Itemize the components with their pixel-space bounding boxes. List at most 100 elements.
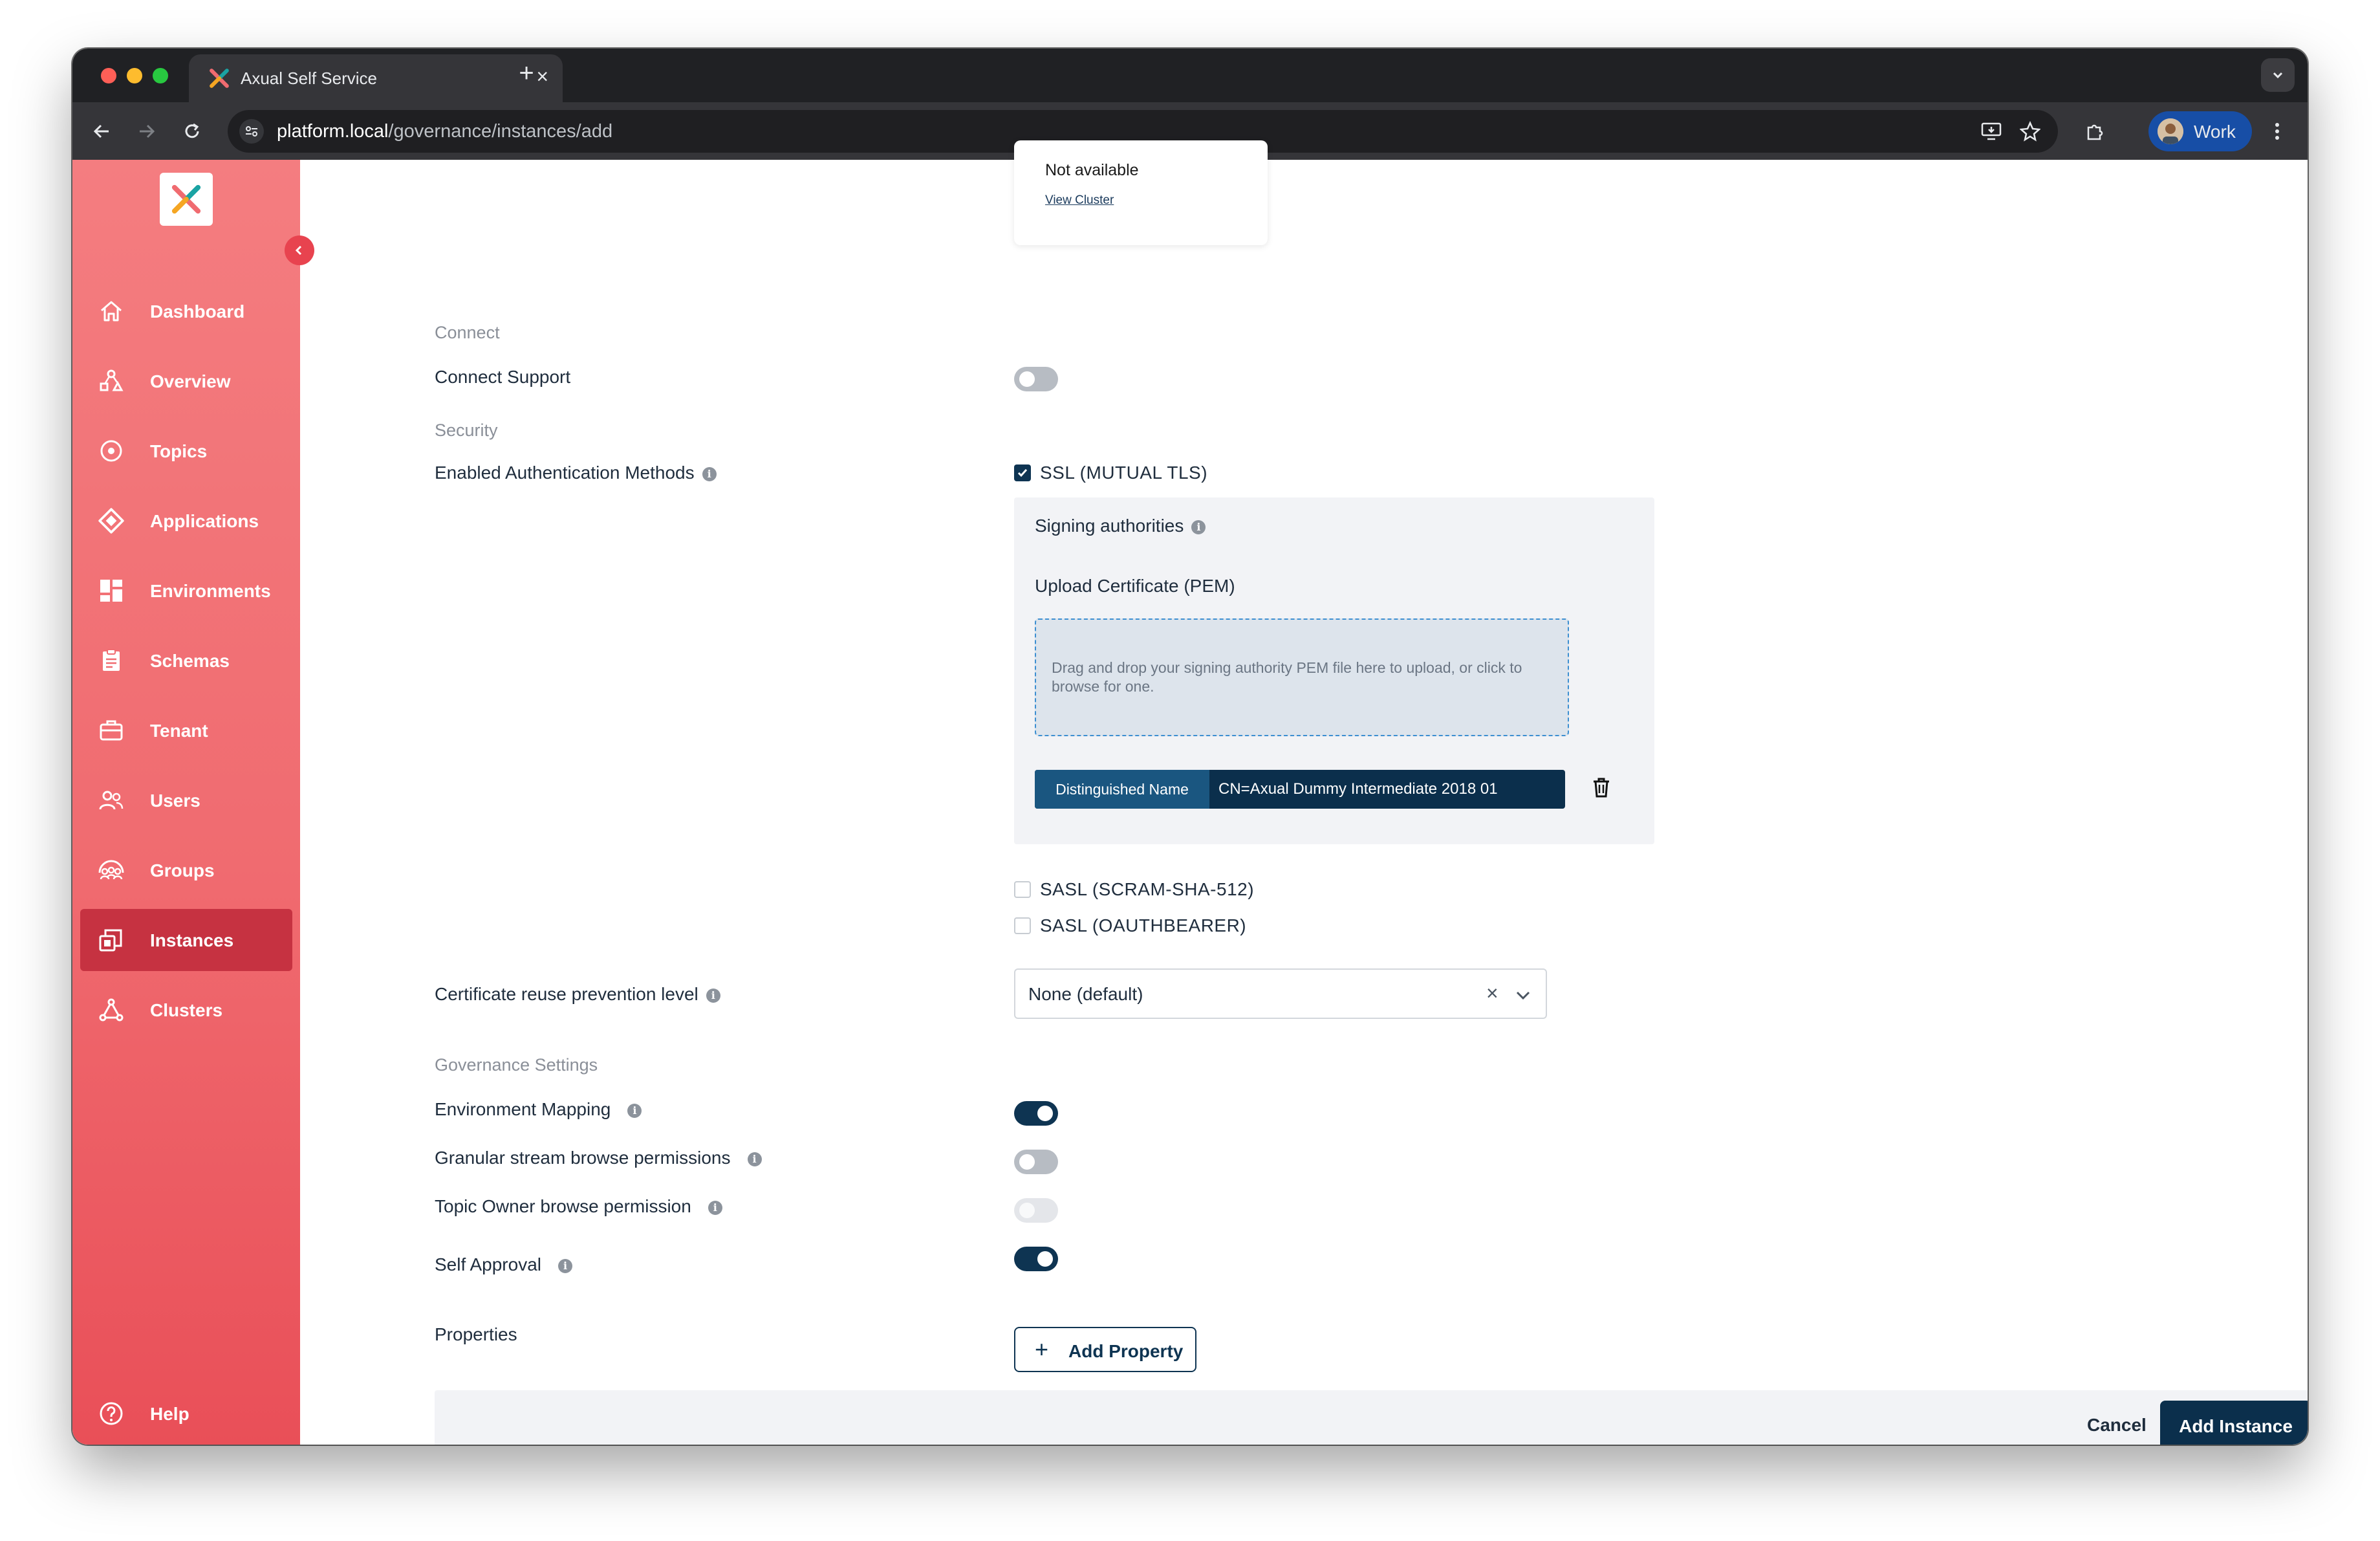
help-icon xyxy=(97,1399,125,1428)
axual-favicon-icon xyxy=(210,69,229,88)
sidebar-item-clusters[interactable]: Clusters xyxy=(80,979,292,1041)
topics-icon xyxy=(97,437,125,465)
collapse-sidebar-button[interactable] xyxy=(285,235,314,265)
upload-certificate-label: Upload Certificate (PEM) xyxy=(1035,576,1235,596)
granular-browse-label: Granular stream browse permissions i xyxy=(435,1148,762,1168)
main-content: Not available View Cluster Connect Conne… xyxy=(300,140,2308,1445)
info-icon[interactable]: i xyxy=(702,466,717,481)
certificate-chip: Distinguished Name CN=Axual Dummy Interm… xyxy=(1035,770,1565,809)
sidebar-item-topics[interactable]: Topics xyxy=(80,420,292,482)
env-mapping-toggle[interactable] xyxy=(1014,1101,1058,1126)
self-approval-toggle[interactable] xyxy=(1014,1247,1058,1271)
sidebar-item-users[interactable]: Users xyxy=(80,769,292,831)
sidebar-item-label: Users xyxy=(150,791,200,811)
signing-authorities-label: Signing authorities i xyxy=(1035,516,1206,536)
install-app-icon[interactable] xyxy=(1975,115,2007,148)
app: Dashboard Overview Topics Applications E… xyxy=(72,140,2308,1445)
chevron-down-icon[interactable] xyxy=(1513,985,1533,1005)
section-title-connect: Connect xyxy=(435,323,500,342)
cluster-status: Not available xyxy=(1045,161,1139,179)
sidebar-item-label: Schemas xyxy=(150,651,230,671)
new-tab-icon[interactable]: + xyxy=(507,59,546,88)
info-icon[interactable]: i xyxy=(627,1103,642,1118)
profile-button[interactable]: Work xyxy=(2148,111,2252,151)
sidebar-item-label: Applications xyxy=(150,511,259,531)
form-footer: Cancel Add Instance xyxy=(435,1390,2308,1445)
section-title-governance: Governance Settings xyxy=(435,1055,598,1075)
browser-menu-icon[interactable] xyxy=(2261,115,2293,148)
info-icon[interactable]: i xyxy=(706,988,720,1003)
info-icon[interactable]: i xyxy=(747,1152,762,1166)
owner-browse-toggle[interactable] xyxy=(1014,1198,1058,1223)
bookmark-star-icon[interactable] xyxy=(2014,115,2046,148)
back-icon[interactable] xyxy=(85,115,118,148)
reuse-prevention-select[interactable]: None (default) × xyxy=(1014,968,1547,1019)
close-window-button[interactable] xyxy=(101,68,116,83)
sidebar-item-label: Tenant xyxy=(150,721,208,741)
certificate-value: CN=Axual Dummy Intermediate 2018 01 xyxy=(1218,780,1498,798)
url-text: platform.local/governance/instances/add xyxy=(277,121,613,142)
sidebar-item-tenant[interactable]: Tenant xyxy=(80,699,292,761)
info-icon[interactable]: i xyxy=(558,1258,572,1273)
properties-label: Properties xyxy=(435,1324,517,1344)
site-settings-icon[interactable] xyxy=(239,119,264,144)
info-icon[interactable]: i xyxy=(708,1200,722,1215)
env-mapping-label: Environment Mapping i xyxy=(435,1099,642,1120)
sidebar-item-applications[interactable]: Applications xyxy=(80,490,292,552)
sidebar-item-label: Dashboard xyxy=(150,301,245,322)
maximize-window-button[interactable] xyxy=(153,68,168,83)
forward-icon[interactable] xyxy=(131,115,163,148)
connect-support-label: Connect Support xyxy=(435,367,571,387)
clusters-icon xyxy=(97,996,125,1024)
ssl-config-panel: Signing authorities i Upload Certificate … xyxy=(1014,497,1654,844)
overview-icon xyxy=(97,367,125,395)
instances-icon xyxy=(97,926,125,954)
sidebar-item-environments[interactable]: Environments xyxy=(80,560,292,622)
add-instance-button[interactable]: Add Instance xyxy=(2160,1401,2308,1445)
reload-icon[interactable] xyxy=(176,115,208,148)
self-approval-label: Self Approval i xyxy=(435,1254,572,1275)
owner-browse-label: Topic Owner browse permission i xyxy=(435,1196,722,1217)
certificate-dropzone[interactable]: Drag and drop your signing authority PEM… xyxy=(1035,618,1569,736)
view-cluster-link[interactable]: View Cluster xyxy=(1045,193,1114,208)
tab-title: Axual Self Service xyxy=(241,69,377,88)
sidebar-item-instances[interactable]: Instances xyxy=(80,909,292,971)
add-property-button[interactable]: + Add Property xyxy=(1014,1327,1196,1372)
schemas-icon xyxy=(97,646,125,675)
sidebar-item-dashboard[interactable]: Dashboard xyxy=(80,280,292,342)
connect-support-toggle[interactable] xyxy=(1014,367,1058,391)
minimize-window-button[interactable] xyxy=(127,68,142,83)
cancel-button[interactable]: Cancel xyxy=(2087,1415,2147,1436)
trash-icon[interactable] xyxy=(1588,774,1614,800)
sidebar-item-overview[interactable]: Overview xyxy=(80,350,292,412)
sidebar-item-schemas[interactable]: Schemas xyxy=(80,629,292,692)
auth-methods-label: Enabled Authentication Methods i xyxy=(435,463,717,483)
info-icon[interactable]: i xyxy=(1191,519,1206,534)
sasl-scram-checkbox[interactable] xyxy=(1014,881,1031,898)
clear-icon[interactable]: × xyxy=(1486,981,1498,1005)
ssl-checkbox-label: SSL (MUTUAL TLS) xyxy=(1040,463,1208,483)
browser-tab-bar: Axual Self Service × + xyxy=(72,49,2308,102)
extensions-icon[interactable] xyxy=(2079,115,2111,148)
profile-label: Work xyxy=(2194,122,2236,142)
sidebar-item-groups[interactable]: Groups xyxy=(80,839,292,901)
axual-logo[interactable] xyxy=(160,173,213,226)
granular-browse-toggle[interactable] xyxy=(1014,1150,1058,1174)
sidebar-item-label: Topics xyxy=(150,441,208,461)
home-icon xyxy=(97,297,125,325)
avatar xyxy=(2158,118,2183,144)
applications-icon xyxy=(97,507,125,535)
sidebar: Dashboard Overview Topics Applications E… xyxy=(72,160,300,1445)
environments-icon xyxy=(97,576,125,605)
sidebar-item-label: Environments xyxy=(150,581,271,601)
tenant-icon xyxy=(97,716,125,745)
certificate-key: Distinguished Name xyxy=(1035,770,1209,809)
ssl-checkbox[interactable] xyxy=(1014,464,1031,481)
sasl-oauth-checkbox[interactable] xyxy=(1014,917,1031,934)
tab-search-icon[interactable] xyxy=(2261,58,2295,92)
browser-window: Axual Self Service × + platform.local/go… xyxy=(72,49,2308,1445)
sidebar-item-label: Overview xyxy=(150,371,231,391)
reuse-prevention-label: Certificate reuse prevention level i xyxy=(435,984,720,1005)
sasl-oauth-label: SASL (OAUTHBEARER) xyxy=(1040,915,1247,935)
sidebar-item-help[interactable]: Help xyxy=(80,1383,292,1445)
